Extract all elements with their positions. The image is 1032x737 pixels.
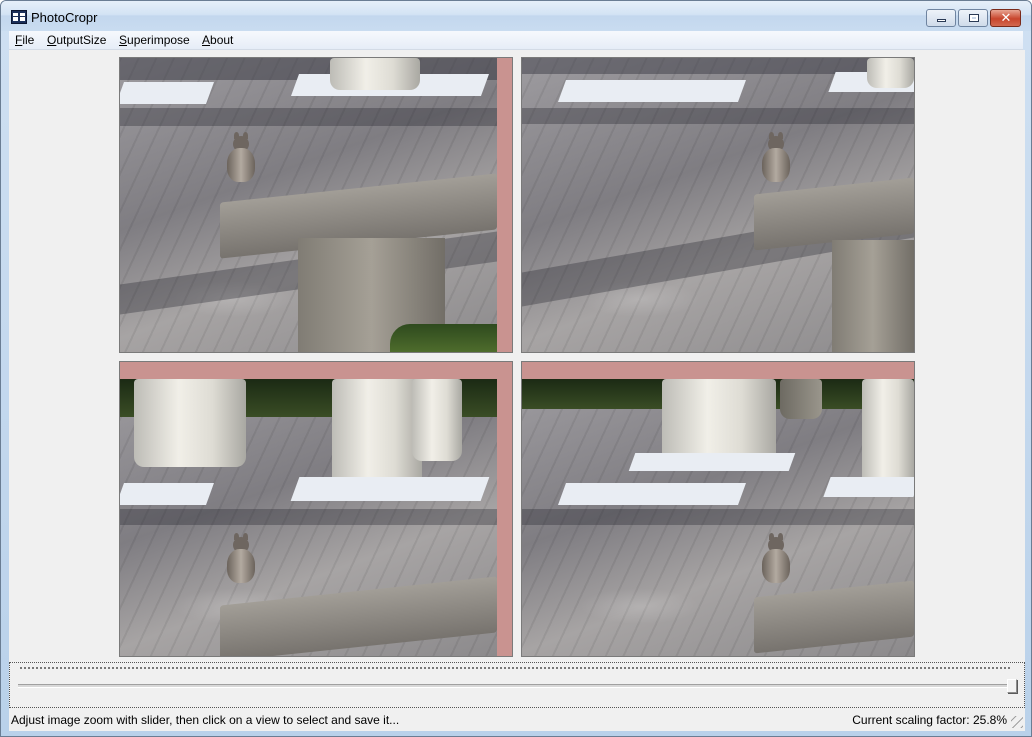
crop-view-bottom-left[interactable] (119, 361, 513, 657)
squirrel-subject (759, 533, 793, 593)
menu-outputsize[interactable]: OutputSize (47, 33, 106, 47)
crop-photo (120, 58, 497, 352)
crop-view-bottom-right[interactable] (521, 361, 915, 657)
title-bar[interactable]: PhotoCropr ✕ (1, 1, 1031, 31)
app-window: PhotoCropr ✕ File OutputSize Superimpose… (0, 0, 1032, 737)
zoom-slider-thumb[interactable] (1007, 679, 1017, 693)
maximize-icon (969, 14, 979, 22)
menu-file[interactable]: File (15, 33, 34, 47)
menu-superimpose[interactable]: Superimpose (119, 33, 190, 47)
close-button[interactable]: ✕ (990, 9, 1021, 27)
status-hint: Adjust image zoom with slider, then clic… (11, 713, 400, 727)
resize-grip-icon[interactable] (1011, 716, 1023, 728)
squirrel-subject (224, 132, 258, 192)
squirrel-subject (759, 132, 793, 192)
status-bar: Adjust image zoom with slider, then clic… (9, 710, 1025, 730)
app-icon (11, 10, 27, 24)
close-icon: ✕ (1000, 10, 1012, 25)
menu-about[interactable]: About (202, 33, 233, 47)
minimize-icon (937, 19, 946, 22)
minimize-button[interactable] (926, 9, 956, 27)
scaling-factor: Current scaling factor: 25.8% (852, 713, 1007, 727)
crop-photo (522, 58, 914, 352)
crop-view-top-right[interactable] (521, 57, 915, 353)
crop-photo (522, 379, 914, 656)
maximize-button[interactable] (958, 9, 988, 27)
crop-view-top-left[interactable] (119, 57, 513, 353)
menu-bar: File OutputSize Superimpose About (9, 31, 1023, 50)
client-area: Adjust image zoom with slider, then clic… (9, 50, 1025, 731)
window-title: PhotoCropr (31, 10, 98, 25)
crop-photo (120, 379, 497, 656)
slider-ticks (20, 667, 1010, 672)
zoom-slider-panel (9, 662, 1025, 708)
zoom-slider-track[interactable] (18, 684, 1012, 688)
squirrel-subject (224, 533, 258, 593)
